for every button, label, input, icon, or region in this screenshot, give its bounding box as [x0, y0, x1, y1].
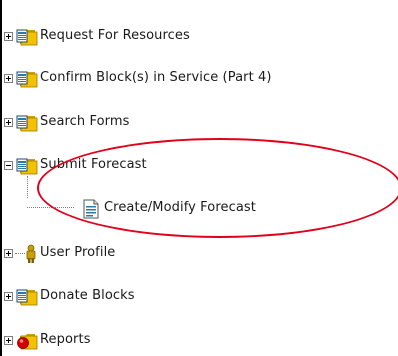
expand-icon[interactable] — [4, 118, 13, 127]
user-icon — [26, 244, 36, 263]
folder-form-icon — [16, 289, 38, 306]
expand-icon[interactable] — [4, 249, 13, 258]
tree-connector — [27, 176, 28, 198]
tree-item-label: Confirm Block(s) in Service (Part 4) — [40, 70, 272, 85]
expand-icon[interactable] — [4, 292, 13, 301]
tree-item-donate-blocks[interactable]: Donate Blocks — [0, 287, 398, 307]
folder-form-icon — [16, 115, 38, 132]
tree-item-label: Reports — [40, 332, 91, 347]
highlight-ellipse — [37, 138, 398, 238]
tree-item-label: Request For Resources — [40, 28, 190, 43]
folder-reports-icon — [17, 334, 38, 350]
expand-icon[interactable] — [4, 336, 13, 345]
tree-item-reports[interactable]: Reports — [0, 331, 398, 351]
tree-item-label: User Profile — [40, 245, 116, 260]
tree-item-search-forms[interactable]: Search Forms — [0, 113, 398, 133]
expand-icon[interactable] — [4, 32, 13, 41]
folder-form-icon — [16, 71, 38, 88]
tree-item-confirm-blocks[interactable]: Confirm Block(s) in Service (Part 4) — [0, 69, 398, 89]
collapse-icon[interactable] — [4, 161, 13, 170]
tree-item-label: Donate Blocks — [40, 288, 135, 303]
folder-form-icon — [16, 158, 38, 175]
tree-item-label: Search Forms — [40, 114, 130, 129]
tree-item-request-for-resources[interactable]: Request For Resources — [0, 27, 398, 47]
folder-form-icon — [16, 29, 38, 46]
tree-item-user-profile[interactable]: User Profile — [0, 244, 398, 264]
expand-icon[interactable] — [4, 74, 13, 83]
